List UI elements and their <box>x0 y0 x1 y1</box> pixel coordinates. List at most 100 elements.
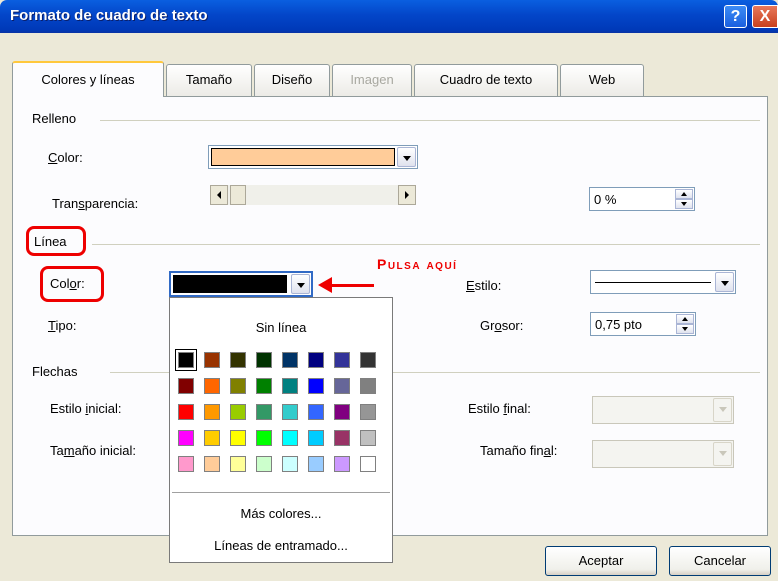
estilo-label: Estilo: <box>466 278 502 293</box>
transparencia-slider[interactable] <box>210 185 416 205</box>
color-cell[interactable] <box>308 378 324 394</box>
color-cell[interactable] <box>360 378 376 394</box>
annotation-text: Pulsa aquí <box>377 256 458 272</box>
spin-up-icon[interactable] <box>675 189 693 199</box>
color-cell[interactable] <box>308 430 324 446</box>
estilo-final-label: Estilo final: <box>468 401 531 416</box>
color-cell[interactable] <box>204 456 220 472</box>
tamano-inicial-label: Tamaño inicial: <box>50 443 137 458</box>
dropdown-separator <box>172 492 390 493</box>
color-cell[interactable] <box>360 404 376 420</box>
color-cell[interactable] <box>178 404 194 420</box>
annotation-arrow-icon <box>318 277 332 293</box>
relleno-color-combo[interactable] <box>208 145 418 169</box>
tamano-final-label: Tamaño final: <box>480 443 558 458</box>
relleno-divider <box>100 120 760 121</box>
color-cell[interactable] <box>360 352 376 368</box>
transparencia-label: Transparencia: <box>52 196 139 211</box>
estilo-combo[interactable] <box>590 270 736 294</box>
mas-colores-label: Más colores... <box>240 506 322 521</box>
chevron-down-icon <box>713 442 732 466</box>
color-cell[interactable] <box>282 430 298 446</box>
color-cell[interactable] <box>204 430 220 446</box>
slider-thumb[interactable] <box>230 185 246 205</box>
color-cell[interactable] <box>256 378 272 394</box>
color-cell[interactable] <box>334 378 350 394</box>
flechas-group-label: Flechas <box>32 364 82 379</box>
color-cell[interactable] <box>230 456 246 472</box>
close-button[interactable]: X <box>752 5 778 28</box>
color-cell[interactable] <box>256 456 272 472</box>
color-cell[interactable] <box>282 456 298 472</box>
tab-diseno[interactable]: Diseño <box>254 64 330 96</box>
color-cell[interactable] <box>308 352 324 368</box>
color-cell[interactable] <box>230 404 246 420</box>
aceptar-button[interactable]: Aceptar <box>545 546 657 576</box>
color-cell[interactable] <box>282 378 298 394</box>
tab-colores-y-lineas[interactable]: Colores y líneas <box>12 61 164 97</box>
cancelar-button[interactable]: Cancelar <box>669 546 771 576</box>
transparencia-spinner[interactable]: 0 % <box>589 187 695 211</box>
color-cell[interactable] <box>230 352 246 368</box>
relleno-color-swatch <box>211 148 395 166</box>
tab-imagen: Imagen <box>332 64 412 96</box>
color-dropdown: Sin línea Más colores... Líneas de entra… <box>169 297 393 563</box>
grosor-label: Grosor: <box>480 318 524 333</box>
estilo-final-combo <box>592 396 734 424</box>
linea-divider <box>92 244 760 245</box>
color-cell[interactable] <box>230 378 246 394</box>
color-cell[interactable] <box>334 456 350 472</box>
color-cell[interactable] <box>230 430 246 446</box>
spin-down-icon[interactable] <box>676 324 694 334</box>
line-style-sample <box>595 282 711 283</box>
color-cell[interactable] <box>256 404 272 420</box>
color-cell[interactable] <box>334 352 350 368</box>
slider-right-icon[interactable] <box>398 185 416 205</box>
grosor-spinner[interactable]: 0,75 pto <box>590 312 696 336</box>
chevron-down-icon[interactable] <box>397 147 416 167</box>
lineas-entramado-label: Líneas de entramado... <box>214 538 348 553</box>
relleno-color-label: Color: <box>48 150 83 165</box>
color-cell[interactable] <box>308 456 324 472</box>
color-cell[interactable] <box>308 404 324 420</box>
color-cell[interactable] <box>204 378 220 394</box>
chevron-down-icon <box>713 398 732 422</box>
estilo-inicial-label: Estilo inicial: <box>50 401 122 416</box>
tab-cuadro-de-texto[interactable]: Cuadro de texto <box>414 64 558 96</box>
linea-color-combo[interactable] <box>169 271 313 297</box>
help-button[interactable]: ? <box>724 5 747 28</box>
sin-linea-item[interactable]: Sin línea <box>170 320 392 335</box>
color-cell[interactable] <box>175 349 197 371</box>
linea-group-label: Línea <box>34 234 67 249</box>
color-cell[interactable] <box>334 404 350 420</box>
tamano-final-combo <box>592 440 734 468</box>
spin-up-icon[interactable] <box>676 314 694 324</box>
color-cell[interactable] <box>178 430 194 446</box>
annotation-arrow-line <box>328 284 374 287</box>
color-cell[interactable] <box>256 430 272 446</box>
lineas-entramado-item[interactable]: Líneas de entramado... <box>170 538 392 553</box>
color-cell[interactable] <box>178 378 194 394</box>
window-title: Formato de cuadro de texto <box>10 7 208 24</box>
tab-web[interactable]: Web <box>560 64 644 96</box>
color-cell[interactable] <box>360 430 376 446</box>
color-cell[interactable] <box>204 352 220 368</box>
transparencia-value: 0 % <box>594 192 617 207</box>
slider-left-icon[interactable] <box>210 185 228 205</box>
chevron-down-icon[interactable] <box>715 272 734 292</box>
linea-color-swatch <box>173 275 287 293</box>
title-bar: Formato de cuadro de texto ? X <box>0 0 778 33</box>
grosor-value: 0,75 pto <box>595 317 642 332</box>
mas-colores-item[interactable]: Más colores... <box>170 506 392 521</box>
color-cell[interactable] <box>282 352 298 368</box>
color-cell[interactable] <box>282 404 298 420</box>
color-cell[interactable] <box>178 456 194 472</box>
color-cell[interactable] <box>360 456 376 472</box>
chevron-down-icon[interactable] <box>291 274 310 294</box>
relleno-group-label: Relleno <box>32 111 81 126</box>
tab-tamano[interactable]: Tamaño <box>166 64 252 96</box>
spin-down-icon[interactable] <box>675 199 693 209</box>
color-cell[interactable] <box>256 352 272 368</box>
color-cell[interactable] <box>334 430 350 446</box>
color-cell[interactable] <box>204 404 220 420</box>
